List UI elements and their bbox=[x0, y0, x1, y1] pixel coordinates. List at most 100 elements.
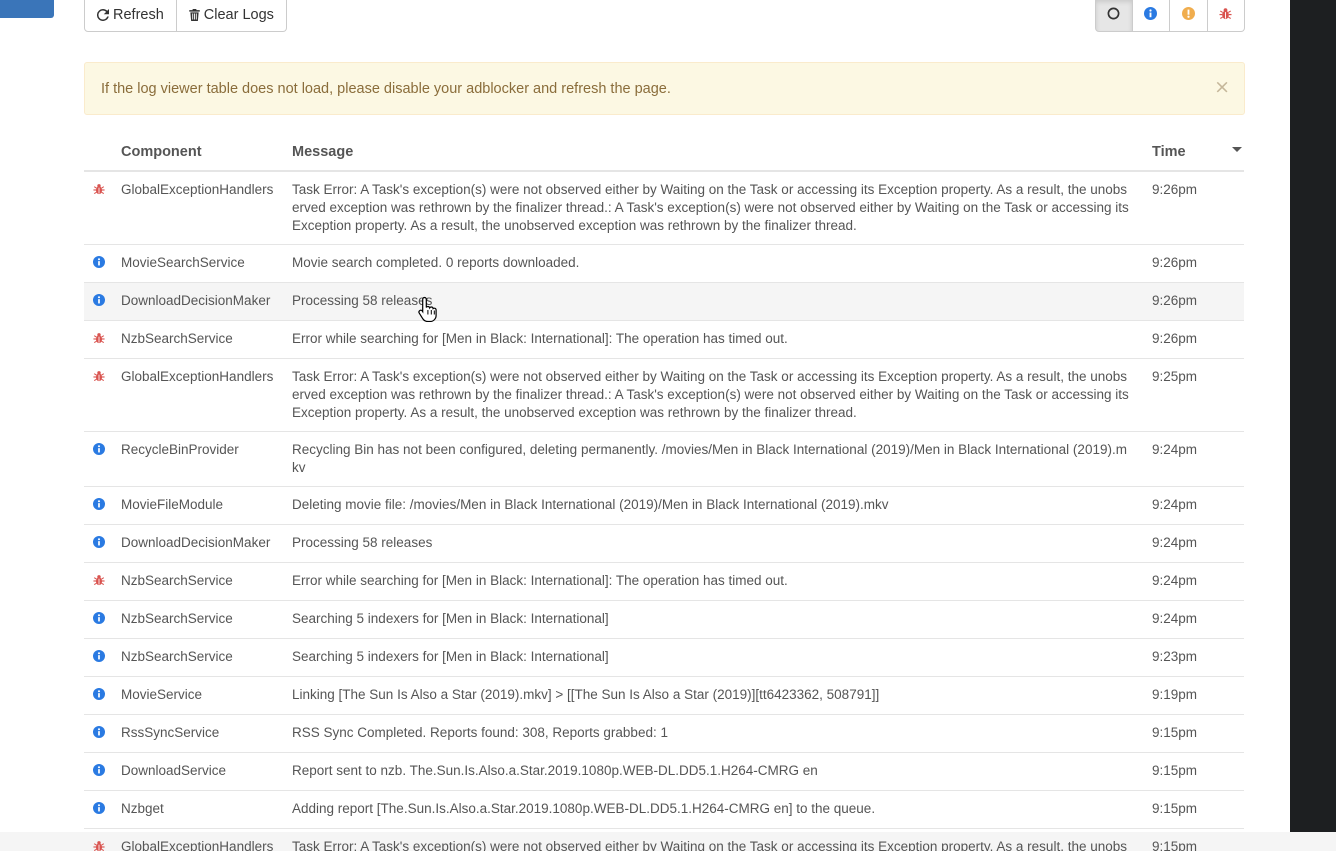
table-row[interactable]: GlobalExceptionHandlers Task Error: A Tas… bbox=[84, 172, 1244, 245]
info-icon bbox=[92, 442, 105, 477]
component-cell: DownloadService bbox=[121, 763, 227, 778]
message-cell: Recycling Bin has not been configured, d… bbox=[292, 442, 1127, 475]
bug-icon bbox=[92, 331, 105, 349]
level-cell bbox=[84, 368, 113, 422]
table-row[interactable]: NzbSearchService Error while searching fo… bbox=[84, 321, 1244, 359]
time-cell: 9:15pm bbox=[1152, 839, 1198, 851]
info-icon bbox=[92, 611, 105, 629]
level-filter-group bbox=[1095, 0, 1245, 32]
table-row[interactable]: DownloadService Report sent to nzb. The.S… bbox=[84, 753, 1244, 791]
table-header: Component Message Time bbox=[84, 134, 1244, 172]
level-cell bbox=[84, 292, 113, 311]
message-cell: RSS Sync Completed. Reports found: 308, … bbox=[292, 725, 668, 740]
clear-logs-button[interactable]: Clear Logs bbox=[176, 0, 287, 32]
component-cell: Nzbget bbox=[121, 801, 164, 816]
table-row[interactable]: DownloadDecisionMaker Processing 58 relea… bbox=[84, 525, 1244, 563]
message-cell: Report sent to nzb. The.Sun.Is.Also.a.St… bbox=[292, 763, 818, 778]
table-row[interactable]: MovieSearchService Movie search completed… bbox=[84, 245, 1244, 283]
level-cell bbox=[84, 648, 113, 667]
clear-logs-label: Clear Logs bbox=[203, 7, 274, 23]
bug-icon bbox=[92, 839, 105, 851]
message-cell: Task Error: A Task's exception(s) were n… bbox=[292, 369, 1129, 420]
time-cell: 9:24pm bbox=[1152, 497, 1198, 512]
level-cell bbox=[84, 496, 113, 515]
level-cell bbox=[84, 534, 113, 553]
table-row[interactable]: MovieFileModule Deleting movie file: /mov… bbox=[84, 487, 1244, 525]
time-cell: 9:15pm bbox=[1152, 763, 1198, 778]
table-body: GlobalExceptionHandlers Task Error: A Tas… bbox=[84, 172, 1244, 851]
component-cell: GlobalExceptionHandlers bbox=[121, 839, 274, 851]
message-cell: Processing 58 releases bbox=[292, 535, 433, 550]
level-cell bbox=[84, 610, 113, 629]
level-cell bbox=[84, 838, 113, 851]
table-row[interactable]: MovieService Linking [The Sun Is Also a S… bbox=[84, 677, 1244, 715]
component-cell: RecycleBinProvider bbox=[121, 442, 239, 457]
header-component[interactable]: Component bbox=[113, 144, 284, 160]
component-cell: GlobalExceptionHandlers bbox=[121, 369, 274, 384]
component-cell: NzbSearchService bbox=[121, 331, 233, 346]
close-icon[interactable]: × bbox=[1214, 78, 1230, 97]
table-row[interactable]: RssSyncService RSS Sync Completed. Report… bbox=[84, 715, 1244, 753]
table-row[interactable]: RecycleBinProvider Recycling Bin has not … bbox=[84, 432, 1244, 487]
info-icon bbox=[92, 497, 105, 515]
level-cell bbox=[84, 181, 113, 235]
filter-info-button[interactable] bbox=[1132, 0, 1170, 32]
log-table: Component Message Time GlobalExceptionHa… bbox=[84, 134, 1244, 851]
sort-descending-icon bbox=[1232, 147, 1242, 152]
header-time[interactable]: Time bbox=[1144, 144, 1244, 160]
message-cell: Task Error: A Task's exception(s) were n… bbox=[292, 839, 1127, 851]
message-cell: Linking [The Sun Is Also a Star (2019).m… bbox=[292, 687, 880, 702]
info-icon bbox=[92, 687, 105, 705]
component-cell: NzbSearchService bbox=[121, 611, 233, 626]
filter-warn-button[interactable] bbox=[1170, 0, 1208, 32]
table-row[interactable]: NzbSearchService Error while searching fo… bbox=[84, 563, 1244, 601]
time-cell: 9:26pm bbox=[1152, 331, 1198, 346]
trash-icon bbox=[189, 9, 200, 21]
message-cell: Movie search completed. 0 reports downlo… bbox=[292, 255, 580, 270]
level-cell bbox=[84, 254, 113, 273]
time-cell: 9:15pm bbox=[1152, 725, 1198, 740]
message-cell: Searching 5 indexers for [Men in Black: … bbox=[292, 611, 609, 626]
component-cell: NzbSearchService bbox=[121, 649, 233, 664]
refresh-label: Refresh bbox=[113, 7, 164, 23]
refresh-button[interactable]: Refresh bbox=[84, 0, 177, 32]
message-cell: Error while searching for [Men in Black:… bbox=[292, 573, 788, 588]
table-row[interactable]: NzbSearchService Searching 5 indexers for… bbox=[84, 601, 1244, 639]
table-row[interactable]: GlobalExceptionHandlers Task Error: A Tas… bbox=[84, 359, 1244, 432]
time-cell: 9:24pm bbox=[1152, 573, 1198, 588]
table-row[interactable]: Nzbget Adding report [The.Sun.Is.Also.a.S… bbox=[84, 791, 1244, 829]
info-icon bbox=[92, 255, 105, 273]
bug-icon bbox=[92, 182, 105, 235]
header-message[interactable]: Message bbox=[284, 144, 1144, 160]
info-icon bbox=[92, 535, 105, 553]
info-icon bbox=[92, 649, 105, 667]
header-time-label: Time bbox=[1152, 144, 1186, 160]
table-row[interactable]: GlobalExceptionHandlers Task Error: A Tas… bbox=[84, 829, 1244, 851]
warning-icon bbox=[1181, 7, 1195, 23]
filter-all-button[interactable] bbox=[1095, 0, 1133, 32]
time-cell: 9:24pm bbox=[1152, 535, 1198, 550]
message-cell: Searching 5 indexers for [Men in Black: … bbox=[292, 649, 609, 664]
info-icon bbox=[1144, 7, 1158, 23]
time-cell: 9:19pm bbox=[1152, 687, 1198, 702]
table-row[interactable]: DownloadDecisionMaker Processing 58 relea… bbox=[84, 283, 1244, 321]
component-cell: MovieSearchService bbox=[121, 255, 245, 270]
time-cell: 9:26pm bbox=[1152, 293, 1198, 308]
level-cell bbox=[84, 330, 113, 349]
time-cell: 9:26pm bbox=[1152, 255, 1198, 270]
component-cell: NzbSearchService bbox=[121, 573, 233, 588]
table-row[interactable]: NzbSearchService Searching 5 indexers for… bbox=[84, 639, 1244, 677]
level-cell bbox=[84, 441, 113, 477]
time-cell: 9:26pm bbox=[1152, 182, 1198, 197]
primary-button-stub[interactable] bbox=[0, 0, 54, 18]
filter-error-button[interactable] bbox=[1207, 0, 1245, 32]
window-edge bbox=[1290, 0, 1336, 832]
bug-icon bbox=[1219, 7, 1232, 23]
alert-text: If the log viewer table does not load, p… bbox=[101, 80, 671, 97]
info-icon bbox=[92, 293, 105, 311]
level-cell bbox=[84, 686, 113, 705]
message-cell: Error while searching for [Men in Black:… bbox=[292, 331, 788, 346]
message-cell: Adding report [The.Sun.Is.Also.a.Star.20… bbox=[292, 801, 876, 816]
component-cell: DownloadDecisionMaker bbox=[121, 535, 271, 550]
bug-icon bbox=[92, 573, 105, 591]
